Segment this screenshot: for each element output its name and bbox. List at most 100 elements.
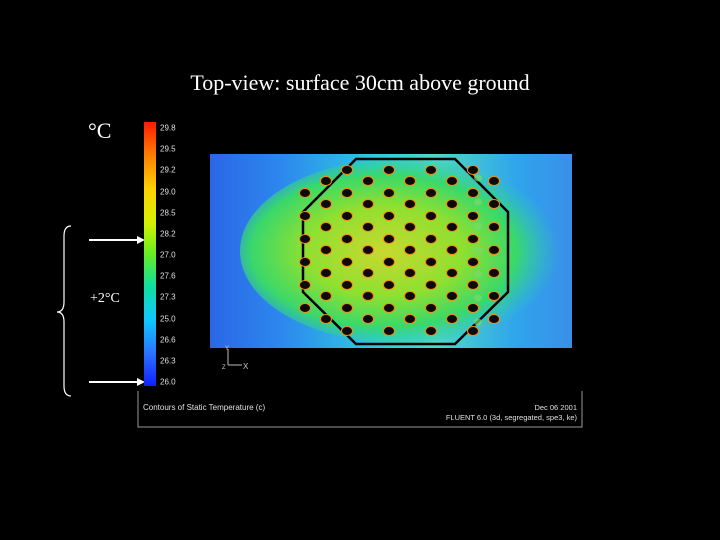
caption-info: Dec 06 2001 FLUENT 6.0 (3d, segregated, … <box>432 403 577 423</box>
hole-dot <box>320 291 332 301</box>
warm-zone <box>240 159 560 343</box>
hole-dot <box>341 211 353 221</box>
hole-dot <box>467 280 479 290</box>
hole-dot <box>320 222 332 232</box>
colorbar-tick-label: 29.2 <box>160 165 176 175</box>
unit-label: °C <box>88 118 112 143</box>
hole-dot <box>446 291 458 301</box>
hole-dot <box>320 176 332 186</box>
hole-dot <box>488 268 500 278</box>
hole-dot <box>488 291 500 301</box>
hole-dot <box>446 176 458 186</box>
hole-dot <box>341 188 353 198</box>
hole-dot <box>425 257 437 267</box>
hole-dot <box>404 199 416 209</box>
hole-dot <box>362 268 374 278</box>
colorbar-tick-label: 27.6 <box>160 271 176 281</box>
colorbar-tick-label: 29.8 <box>160 123 176 133</box>
colorbar-tick-label: 28.5 <box>160 208 176 218</box>
hole-dot <box>446 268 458 278</box>
slide-title: Top-view: surface 30cm above ground <box>190 70 530 95</box>
hole-dot <box>341 303 353 313</box>
hole-dot <box>362 176 374 186</box>
hole-dot <box>341 257 353 267</box>
axis-x-label: X <box>243 362 249 371</box>
hole-dot <box>446 222 458 232</box>
caption-date: Dec 06 2001 <box>534 403 577 412</box>
hole-dot <box>425 234 437 244</box>
colorbar-tick-label: 25.0 <box>160 314 176 323</box>
hole-dot <box>362 222 374 232</box>
caption-quantity: Contours of Static Temperature (c) <box>143 403 266 412</box>
hole-dot <box>467 165 479 175</box>
hole-dot-faint <box>474 294 482 302</box>
hole-dot <box>404 291 416 301</box>
hole-dot <box>383 188 395 198</box>
hole-dot <box>488 199 500 209</box>
colorbar-tick-label: 26.6 <box>160 335 176 345</box>
hole-dot <box>362 314 374 324</box>
colorbar-tick-label: 28.2 <box>160 229 176 239</box>
hole-dot-faint <box>474 174 482 182</box>
hole-dot <box>467 303 479 313</box>
axis-z-label: Z <box>222 365 226 371</box>
hole-dot <box>299 257 311 267</box>
hole-dot <box>425 188 437 198</box>
hole-dot <box>320 245 332 255</box>
hole-dot <box>404 245 416 255</box>
hole-dot <box>488 245 500 255</box>
curly-brace <box>56 225 72 397</box>
hole-dot-faint <box>474 270 482 278</box>
hole-dot <box>467 257 479 267</box>
caption-solver: FLUENT 6.0 (3d, segregated, spe3, ke) <box>445 413 577 422</box>
hole-dot <box>425 211 437 221</box>
hole-dot <box>404 314 416 324</box>
hole-dot <box>404 176 416 186</box>
hole-dot <box>446 245 458 255</box>
hole-dot <box>488 222 500 232</box>
hole-dot <box>488 314 500 324</box>
hole-dot <box>299 303 311 313</box>
range-bracket <box>56 225 145 397</box>
colorbar-tick-label: 26.3 <box>160 356 176 366</box>
hole-dot <box>383 326 395 336</box>
hole-dot <box>299 211 311 221</box>
hole-dot <box>404 268 416 278</box>
colorbar-tick-label: 27.3 <box>160 292 176 302</box>
hole-dot <box>467 188 479 198</box>
hole-dot <box>341 280 353 290</box>
hole-dot <box>425 326 437 336</box>
colorbar-tick-label: 27.0 <box>160 250 176 260</box>
hole-dot <box>467 234 479 244</box>
hole-dot <box>299 280 311 290</box>
hole-dot <box>488 176 500 186</box>
hole-dot-faint <box>474 222 482 230</box>
hole-dot <box>383 234 395 244</box>
hole-dot-faint <box>474 318 482 326</box>
hole-dot <box>341 326 353 336</box>
hole-dot <box>341 165 353 175</box>
hole-dot <box>383 257 395 267</box>
hole-dot <box>467 326 479 336</box>
hole-dot <box>383 165 395 175</box>
hole-dot-faint <box>474 246 482 254</box>
hole-dot <box>320 199 332 209</box>
hole-dot <box>320 314 332 324</box>
hole-dot <box>362 199 374 209</box>
hole-dot <box>446 199 458 209</box>
hole-dot <box>383 280 395 290</box>
hole-dot <box>383 303 395 313</box>
colorbar-tick-label: 29.5 <box>160 144 176 154</box>
hole-dot <box>320 268 332 278</box>
hole-dot <box>362 291 374 301</box>
temperature-difference-label: +2°C <box>90 291 120 306</box>
hole-dot <box>467 211 479 221</box>
hole-dot <box>299 234 311 244</box>
hole-dot <box>404 222 416 232</box>
colorbar-tick-label: 29.0 <box>160 187 176 196</box>
temperature-contour-plot <box>210 154 572 348</box>
axis-y-label: Y <box>225 346 229 352</box>
hole-dot-faint <box>474 198 482 206</box>
hole-dot <box>425 303 437 313</box>
hole-dot <box>425 280 437 290</box>
